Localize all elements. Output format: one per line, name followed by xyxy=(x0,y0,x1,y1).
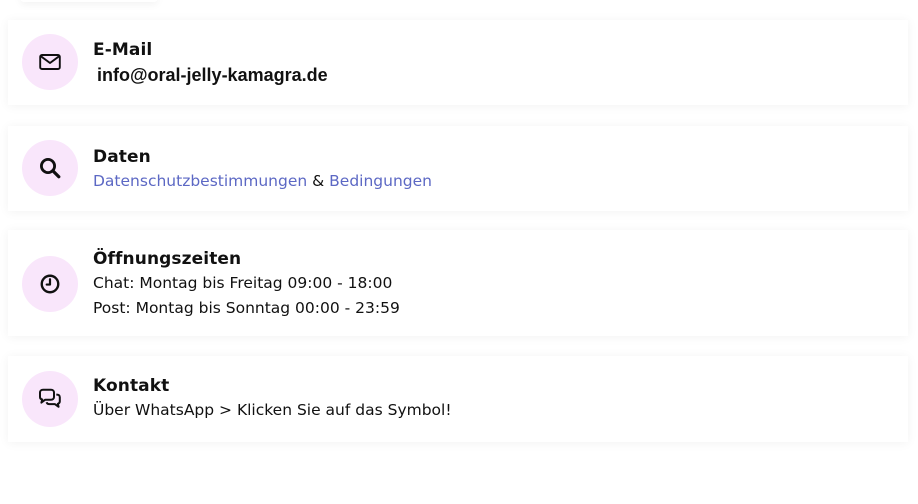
data-links-line: Datenschutzbestimmungen & Bedingungen xyxy=(93,169,888,194)
whatsapp-instruction: Über WhatsApp > Klicken Sie auf das Symb… xyxy=(93,401,452,419)
contact-card: Kontakt Über WhatsApp > Klicken Sie auf … xyxy=(8,356,908,442)
hours-content: Öffnungszeiten Chat: Montag bis Freitag … xyxy=(93,247,888,321)
contact-info-page: E-Mail info@oral-jelly-kamagra.de Daten … xyxy=(0,0,918,504)
chat-bubbles-icon xyxy=(39,388,61,408)
data-icon-badge xyxy=(22,140,78,196)
contact-title: Kontakt xyxy=(93,376,170,396)
post-hours: Post: Montag bis Sonntag 00:00 - 23:59 xyxy=(93,299,400,317)
clock-icon xyxy=(40,274,60,294)
privacy-policy-link[interactable]: Datenschutzbestimmungen xyxy=(93,172,307,190)
email-content: E-Mail info@oral-jelly-kamagra.de xyxy=(93,38,888,88)
envelope-icon xyxy=(39,54,61,70)
previous-card-edge xyxy=(20,0,158,2)
email-title: E-Mail xyxy=(93,40,153,60)
contact-content: Kontakt Über WhatsApp > Klicken Sie auf … xyxy=(93,374,888,423)
terms-link[interactable]: Bedingungen xyxy=(329,172,432,190)
search-icon xyxy=(40,158,61,179)
email-icon-badge xyxy=(22,34,78,90)
data-card: Daten Datenschutzbestimmungen & Bedingun… xyxy=(8,126,908,211)
data-title: Daten xyxy=(93,147,151,167)
data-content: Daten Datenschutzbestimmungen & Bedingun… xyxy=(93,145,888,194)
email-address[interactable]: info@oral-jelly-kamagra.de xyxy=(93,62,888,88)
hours-icon-badge xyxy=(22,256,78,312)
links-separator: & xyxy=(307,172,330,190)
contact-icon-badge[interactable] xyxy=(22,371,78,427)
chat-hours: Chat: Montag bis Freitag 09:00 - 18:00 xyxy=(93,274,393,292)
email-card: E-Mail info@oral-jelly-kamagra.de xyxy=(8,20,908,105)
hours-title: Öffnungszeiten xyxy=(93,249,242,269)
opening-hours-card: Öffnungszeiten Chat: Montag bis Freitag … xyxy=(8,230,908,336)
